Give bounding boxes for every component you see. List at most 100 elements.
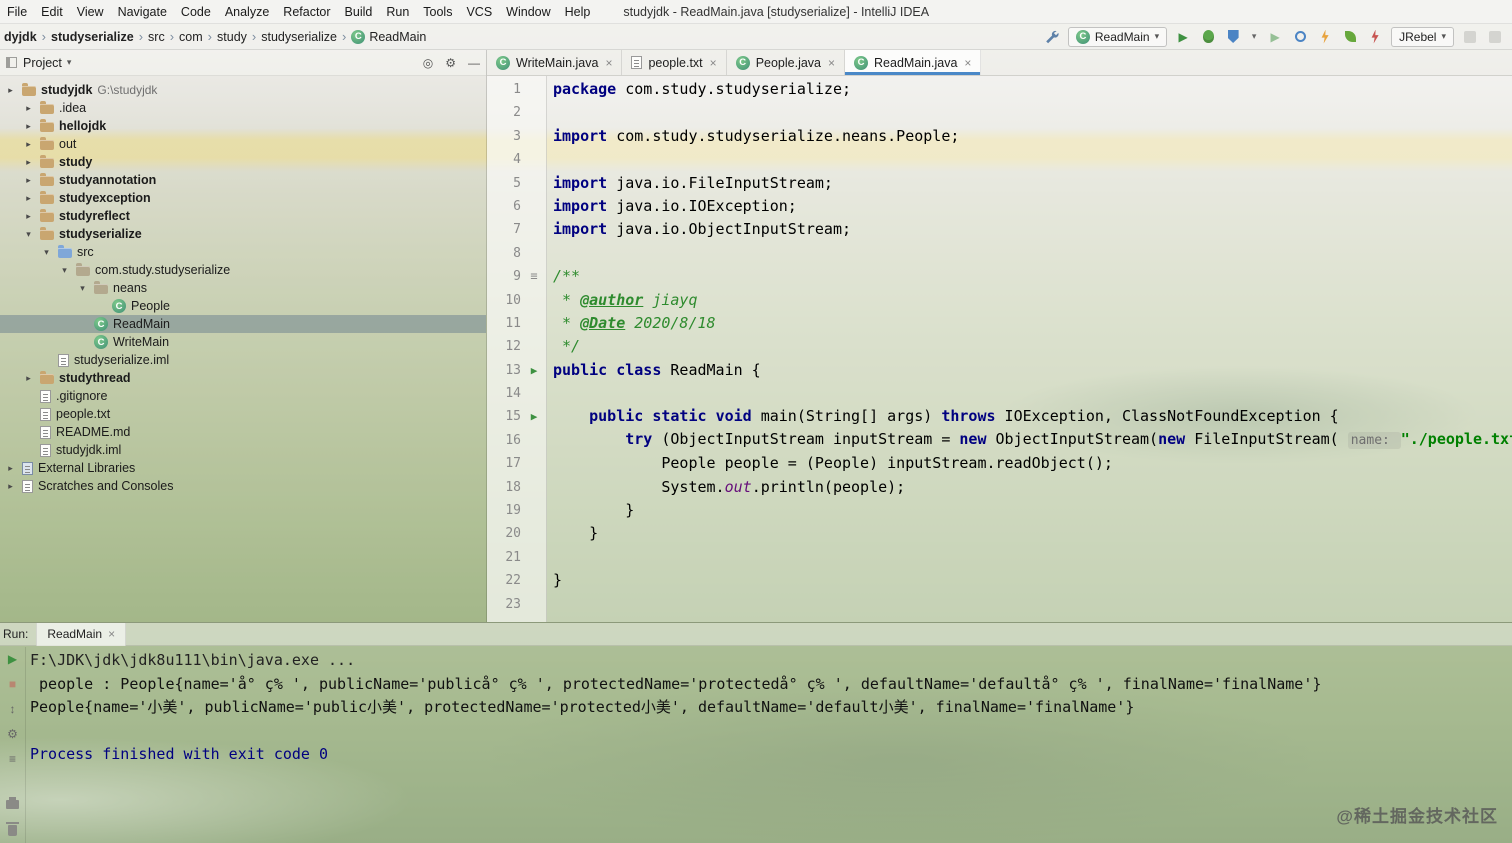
code-line[interactable]: 5 import java.io.FileInputStream; [487, 172, 1512, 195]
editor-tab-people-txt[interactable]: people.txt × [622, 50, 727, 75]
breadcrumb-readmain[interactable]: C ReadMain [349, 29, 428, 44]
menu-view[interactable]: View [70, 5, 111, 19]
tree-item-studyserialize[interactable]: ▾ studyserialize [0, 225, 486, 243]
code-line[interactable]: 10 * @author jiayq [487, 289, 1512, 312]
code-line[interactable]: 11 * @Date 2020/8/18 [487, 312, 1512, 335]
chevron-down-icon[interactable]: ▾ [22, 229, 35, 240]
code-line[interactable]: 4 [487, 148, 1512, 171]
tree-item-readmain[interactable]: C ReadMain [0, 315, 486, 333]
chevron-right-icon[interactable]: ▸ [22, 211, 35, 222]
close-icon[interactable]: × [108, 627, 115, 641]
run-button[interactable]: ▶ [1174, 28, 1192, 46]
menu-vcs[interactable]: VCS [459, 5, 499, 19]
code-line[interactable]: 22} [487, 569, 1512, 592]
menu-code[interactable]: Code [174, 5, 218, 19]
menu-run[interactable]: Run [379, 5, 416, 19]
code-line[interactable]: 19 } [487, 499, 1512, 522]
run-more-caret-icon[interactable]: ▾ [1249, 28, 1259, 46]
close-icon[interactable]: × [605, 56, 612, 70]
code-line[interactable]: 6 import java.io.IOException; [487, 195, 1512, 218]
code-line[interactable]: 15 ▶ public static void main(String[] arg… [487, 405, 1512, 428]
breadcrumb-dyjdk[interactable]: dyjdk [2, 30, 39, 44]
code-line[interactable]: 8 [487, 242, 1512, 265]
code-line[interactable]: 20 } [487, 522, 1512, 545]
menu-tools[interactable]: Tools [416, 5, 459, 19]
code-line[interactable]: 13 ▶ public class ReadMain { [487, 359, 1512, 382]
locate-file-icon[interactable]: ◎ [423, 56, 433, 70]
close-icon[interactable]: × [964, 56, 971, 70]
menu-analyze[interactable]: Analyze [218, 5, 276, 19]
tree-item-studyjdk[interactable]: ▸ studyjdk G:\studyjdk [0, 81, 486, 99]
search-circle-icon[interactable] [1291, 28, 1309, 46]
code-line[interactable]: 12 */ [487, 335, 1512, 358]
menu-refactor[interactable]: Refactor [276, 5, 337, 19]
tree-item-idea[interactable]: ▸ .idea [0, 99, 486, 117]
tree-item-src[interactable]: ▾ src [0, 243, 486, 261]
console-output[interactable]: F:\JDK\jdk\jdk8u111\bin\java.exe ... peo… [30, 649, 1512, 843]
chevron-right-icon[interactable]: ▸ [22, 139, 35, 150]
tree-item-hellojdk[interactable]: ▸ hellojdk [0, 117, 486, 135]
jrebel-select[interactable]: JRebel ▾ [1391, 26, 1454, 47]
chevron-right-icon[interactable]: ▸ [22, 157, 35, 168]
code-line[interactable]: 1 package com.study.studyserialize; [487, 78, 1512, 101]
tree-item-studyserialize-iml[interactable]: studyserialize.iml [0, 351, 486, 369]
tree-item-readme-md[interactable]: README.md [0, 423, 486, 441]
print-icon[interactable] [5, 796, 21, 812]
jrebel-lightning-icon[interactable] [1316, 28, 1334, 46]
sync-lightning-icon[interactable] [1366, 28, 1384, 46]
code-line[interactable]: 18 System.out.println(people); [487, 476, 1512, 499]
profiler-run-icon[interactable]: ▶ [1266, 28, 1284, 46]
tree-item-scratches-and-consoles[interactable]: ▸ Scratches and Consoles [0, 477, 486, 495]
wrench-icon[interactable] [1043, 28, 1061, 46]
run-tab-readmain[interactable]: ReadMain × [36, 622, 127, 646]
doc-fold-icon[interactable]: ≡ [521, 265, 547, 288]
code-line[interactable]: 17 People people = (People) inputStream.… [487, 452, 1512, 475]
collapse-icon[interactable]: ≡ [5, 751, 21, 767]
menu-window[interactable]: Window [499, 5, 557, 19]
code-line[interactable]: 23 [487, 593, 1512, 616]
menu-navigate[interactable]: Navigate [111, 5, 174, 19]
menu-edit[interactable]: Edit [34, 5, 70, 19]
tree-item-study[interactable]: ▸ study [0, 153, 486, 171]
tree-item-external-libraries[interactable]: ▸ External Libraries [0, 459, 486, 477]
stop-button[interactable]: ■ [5, 676, 21, 692]
updown-icon[interactable]: ↕ [5, 701, 21, 717]
code-line[interactable]: 21 [487, 546, 1512, 569]
chevron-down-icon[interactable]: ▾ [58, 265, 71, 276]
tree-item-out[interactable]: ▸ out [0, 135, 486, 153]
code-line[interactable]: 7 import java.io.ObjectInputStream; [487, 218, 1512, 241]
tree-item-people-txt[interactable]: people.txt [0, 405, 486, 423]
rerun-button[interactable]: ▶ [5, 651, 21, 667]
chevron-right-icon[interactable]: ▸ [4, 481, 17, 492]
code-line[interactable]: 3 import com.study.studyserialize.neans.P… [487, 125, 1512, 148]
breadcrumb-study[interactable]: study [215, 30, 249, 44]
chevron-down-icon[interactable]: ▾ [40, 247, 53, 258]
hide-panel-icon[interactable]: — [468, 56, 480, 70]
run-line-icon[interactable]: ▶ [521, 405, 547, 428]
close-icon[interactable]: × [710, 56, 717, 70]
tree-item-studyreflect[interactable]: ▸ studyreflect [0, 207, 486, 225]
menu-build[interactable]: Build [338, 5, 380, 19]
breadcrumb-src[interactable]: src [146, 30, 167, 44]
breadcrumb-studyserialize[interactable]: studyserialize [259, 30, 339, 44]
gear-icon[interactable]: ⚙ [445, 56, 456, 70]
code-line[interactable]: 2 [487, 101, 1512, 124]
leaf-icon[interactable] [1341, 28, 1359, 46]
menu-file[interactable]: File [0, 5, 34, 19]
run-config-select[interactable]: C ReadMain ▾ [1067, 26, 1168, 47]
chevron-right-icon[interactable]: ▸ [22, 373, 35, 384]
editor-tab-readmain-java[interactable]: C ReadMain.java × [845, 50, 982, 75]
run-line-icon[interactable]: ▶ [521, 359, 547, 382]
chevron-down-icon[interactable]: ▾ [76, 283, 89, 294]
tree-item-studyjdk-iml[interactable]: studyjdk.iml [0, 441, 486, 459]
tree-item-writemain[interactable]: C WriteMain [0, 333, 486, 351]
editor-tab-people-java[interactable]: C People.java × [727, 50, 846, 75]
editor-tab-writemain-java[interactable]: C WriteMain.java × [487, 50, 623, 75]
breadcrumb-com[interactable]: com [177, 30, 205, 44]
tree-item-people[interactable]: C People [0, 297, 486, 315]
debug-bug-icon[interactable] [1199, 28, 1217, 46]
chevron-right-icon[interactable]: ▸ [22, 193, 35, 204]
coverage-shield-icon[interactable] [1224, 28, 1242, 46]
chevron-right-icon[interactable]: ▸ [22, 175, 35, 186]
tree-item-studythread[interactable]: ▸ studythread [0, 369, 486, 387]
